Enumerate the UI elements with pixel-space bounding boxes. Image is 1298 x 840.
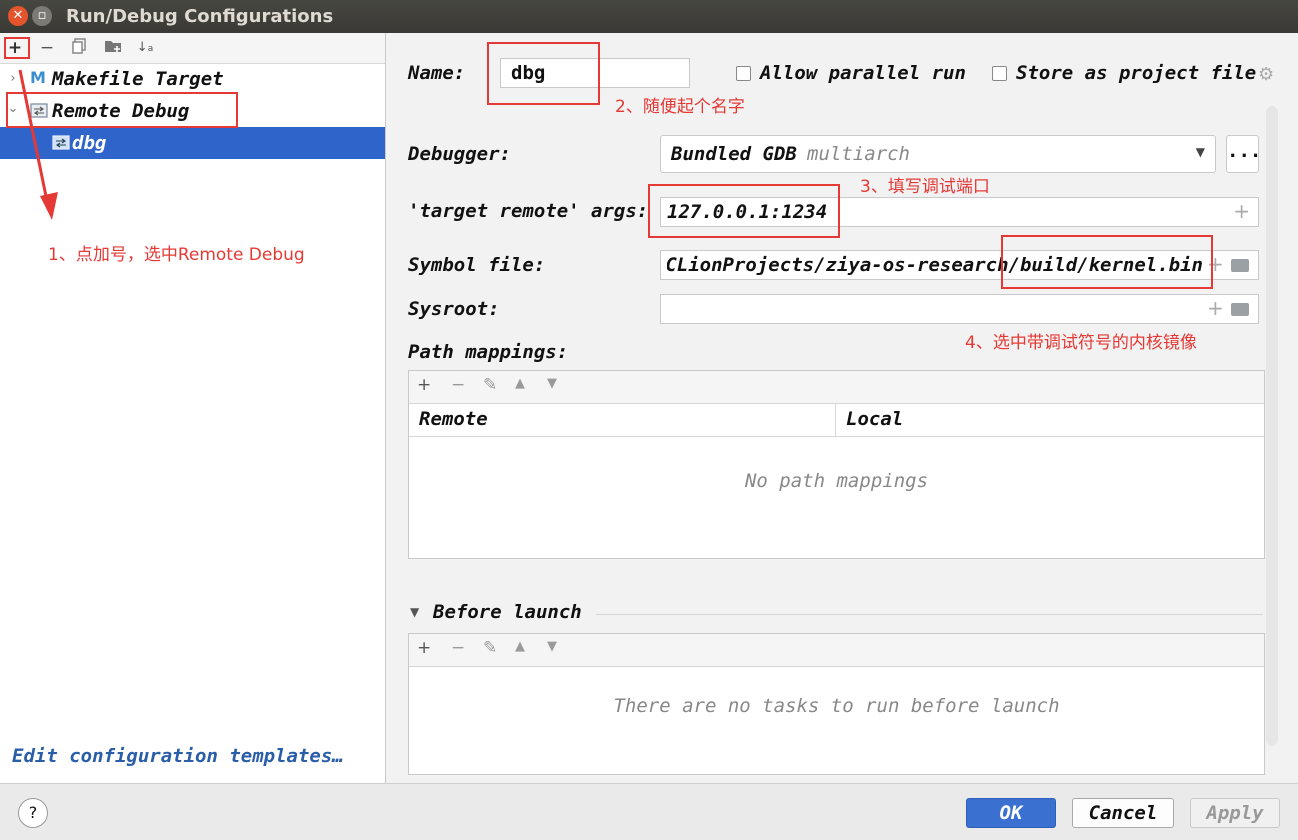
sysroot-label: Sysroot:	[408, 298, 500, 320]
debugger-value: Bundled GDB	[671, 143, 797, 165]
edit-pencil-icon[interactable]: ✎	[483, 638, 497, 658]
cancel-button[interactable]: Cancel	[1072, 798, 1174, 828]
chevron-down-icon: ▼	[1195, 145, 1205, 159]
allow-parallel-checkbox[interactable]	[736, 66, 751, 81]
store-project-label: Store as project file	[1016, 62, 1257, 84]
sysroot-input[interactable]: +	[660, 294, 1259, 324]
move-up-icon[interactable]: ▲	[515, 639, 525, 654]
path-mappings-table: + − ✎ ▲ ▼ Remote Local No path mappings	[408, 370, 1265, 559]
table-toolbar: + − ✎ ▲ ▼	[409, 371, 1264, 404]
move-down-icon[interactable]: ▼	[547, 376, 557, 391]
annotation-arrow	[18, 69, 58, 220]
remove-mapping-button[interactable]: −	[451, 375, 465, 395]
folder-add-icon[interactable]	[102, 38, 124, 58]
annotation-box-name	[487, 42, 600, 105]
annotation-note-4: 4、选中带调试符号的内核镜像	[965, 333, 1197, 353]
annotation-note-1: 1、点加号，选中Remote Debug	[48, 245, 305, 265]
edit-templates-link[interactable]: Edit configuration templates…	[12, 745, 344, 767]
separator	[596, 614, 1263, 615]
dialog-button-bar: ? OK Cancel Apply	[0, 783, 1298, 840]
expand-plus-icon[interactable]: +	[1233, 199, 1250, 223]
move-up-icon[interactable]: ▲	[515, 376, 525, 391]
folder-icon[interactable]	[1231, 303, 1249, 316]
column-local[interactable]: Local	[846, 408, 903, 430]
empty-tasks-text: There are no tasks to run before launch	[613, 695, 1060, 717]
symbol-file-label: Symbol file:	[408, 254, 546, 276]
target-remote-label: 'target remote' args:	[408, 200, 649, 222]
before-launch-label: Before launch	[433, 601, 582, 623]
debugger-label: Debugger:	[408, 143, 511, 165]
title-bar: ✕ ▫ Run/Debug Configurations	[0, 0, 1298, 33]
apply-button[interactable]: Apply	[1190, 798, 1280, 828]
collapse-arrow-icon[interactable]: ▼	[410, 605, 419, 619]
sort-icon[interactable]: ↓a	[134, 38, 156, 58]
add-mapping-button[interactable]: +	[417, 375, 431, 395]
ok-button[interactable]: OK	[966, 798, 1056, 828]
allow-parallel-label: Allow parallel run	[760, 62, 966, 84]
gear-icon[interactable]: ⚙	[1258, 64, 1274, 85]
debugger-browse-button[interactable]: ...	[1226, 135, 1261, 173]
annotation-note-3: 3、填写调试端口	[860, 177, 990, 197]
folder-icon[interactable]	[1231, 259, 1249, 272]
annotation-note-2: 2、随便起个名字	[615, 97, 745, 117]
scrollbar[interactable]	[1266, 106, 1278, 746]
config-form-panel: Name: dbg Allow parallel run Store as pr…	[386, 33, 1298, 783]
move-down-icon[interactable]: ▼	[547, 639, 557, 654]
expand-plus-icon[interactable]: +	[1207, 296, 1224, 320]
store-project-checkbox[interactable]	[992, 66, 1007, 81]
add-task-button[interactable]: +	[417, 638, 431, 658]
path-mappings-label: Path mappings:	[408, 341, 569, 363]
annotation-box-symbol	[1001, 235, 1213, 289]
debugger-select[interactable]: Bundled GDB multiarch ▼	[660, 135, 1216, 173]
table-header: Remote Local	[409, 403, 1264, 437]
window-title: Run/Debug Configurations	[66, 6, 334, 27]
before-launch-list: + − ✎ ▲ ▼ There are no tasks to run befo…	[408, 633, 1265, 775]
annotation-box-target	[648, 184, 840, 238]
debugger-hint: multiarch	[807, 143, 910, 165]
help-button[interactable]: ?	[18, 798, 48, 828]
name-label: Name:	[408, 62, 466, 84]
remove-task-button[interactable]: −	[451, 638, 465, 658]
column-remote[interactable]: Remote	[419, 408, 488, 430]
edit-pencil-icon[interactable]: ✎	[483, 375, 497, 395]
list-toolbar: + − ✎ ▲ ▼	[409, 634, 1264, 667]
empty-mappings-text: No path mappings	[744, 470, 929, 492]
